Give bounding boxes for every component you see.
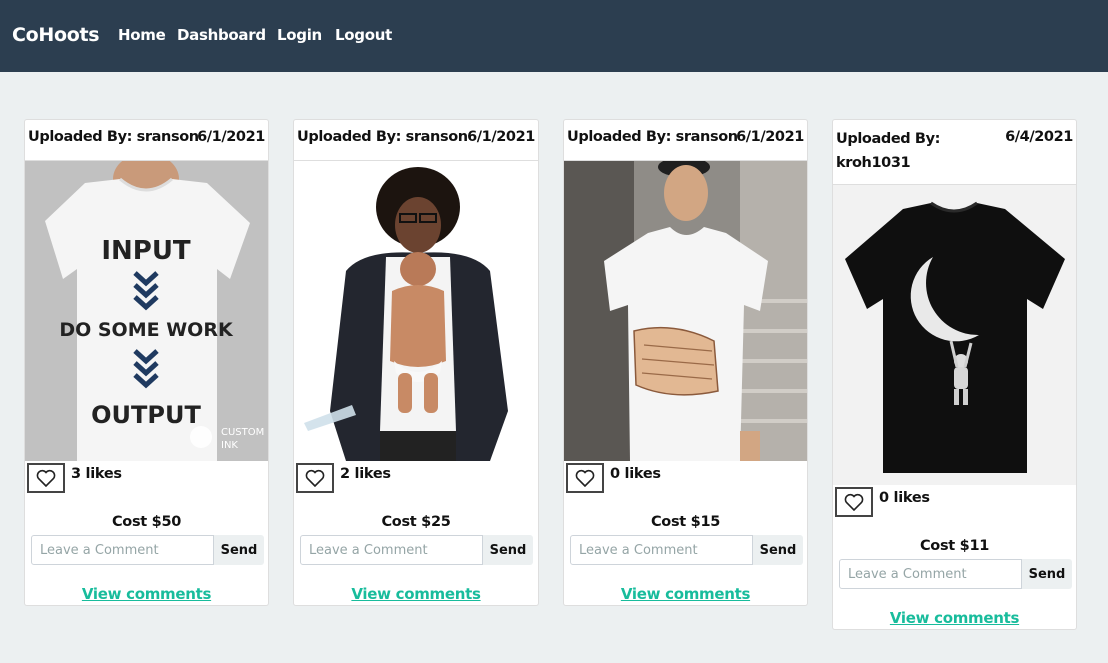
heart-icon <box>305 469 325 487</box>
send-button[interactable]: Send <box>1022 559 1072 589</box>
card-header: Uploaded By: kroh1031 6/4/2021 <box>833 120 1076 185</box>
likes-count: 2 likes <box>340 466 391 482</box>
navbar: CoHoots Home Dashboard Login Logout <box>0 0 1108 72</box>
likes-count: 0 likes <box>879 490 930 506</box>
product-image <box>564 161 807 461</box>
like-button[interactable] <box>296 463 334 493</box>
upload-date: 6/4/2021 <box>1005 129 1073 145</box>
nav-login[interactable]: Login <box>277 26 322 44</box>
like-button[interactable] <box>835 487 873 517</box>
uploader-name: sranson <box>405 129 468 145</box>
post-card: Uploaded By: sranson 6/1/2021 INPUT DO S… <box>24 119 269 606</box>
like-button[interactable] <box>566 463 604 493</box>
post-card: Uploaded By: kroh1031 6/4/2021 0 likes C… <box>832 119 1077 630</box>
uploader-name: sranson <box>675 129 738 145</box>
like-button[interactable] <box>27 463 65 493</box>
comment-input[interactable] <box>300 535 483 565</box>
nav-logout[interactable]: Logout <box>335 26 392 44</box>
comment-input[interactable] <box>570 535 753 565</box>
nav-dashboard[interactable]: Dashboard <box>177 26 266 44</box>
cost-label: Cost $25 <box>381 514 451 530</box>
cost-label: Cost $50 <box>111 514 182 530</box>
product-image <box>294 161 538 461</box>
post-card: Uploaded By: sranson 6/1/2021 2 likes Co… <box>293 119 539 606</box>
view-comments-link[interactable]: View comments <box>25 585 268 603</box>
uploaded-by-label: Uploaded By: <box>28 129 133 145</box>
likes-count: 3 likes <box>71 466 122 482</box>
brand-logo[interactable]: CoHoots <box>12 24 100 46</box>
likes-count: 0 likes <box>610 466 661 482</box>
heart-icon <box>575 469 595 487</box>
svg-text:CUSTOM: CUSTOM <box>221 427 264 438</box>
svg-text:OUTPUT: OUTPUT <box>91 401 201 429</box>
uploader-name: kroh1031 <box>836 155 911 171</box>
upload-date: 6/1/2021 <box>736 129 804 145</box>
post-card: Uploaded By: sranson 6/1/2021 0 likes Co… <box>563 119 808 606</box>
card-header: Uploaded By: sranson 6/1/2021 <box>564 120 807 161</box>
svg-text:INK: INK <box>221 440 238 451</box>
send-button[interactable]: Send <box>483 535 533 565</box>
heart-icon <box>844 493 864 511</box>
card-header: Uploaded By: sranson 6/1/2021 <box>25 120 268 161</box>
cost-label: Cost $15 <box>650 514 721 530</box>
cost-label: Cost $11 <box>919 538 990 554</box>
upload-date: 6/1/2021 <box>197 129 265 145</box>
svg-text:INPUT: INPUT <box>101 236 191 266</box>
upload-date: 6/1/2021 <box>467 129 535 145</box>
view-comments-link[interactable]: View comments <box>833 609 1076 627</box>
uploaded-by-label: Uploaded By: <box>836 131 941 147</box>
comment-input[interactable] <box>31 535 214 565</box>
view-comments-link[interactable]: View comments <box>294 585 538 603</box>
view-comments-link[interactable]: View comments <box>564 585 807 603</box>
heart-icon <box>36 469 56 487</box>
uploaded-by-label: Uploaded By: <box>297 129 402 145</box>
nav-home[interactable]: Home <box>118 26 166 44</box>
comment-input[interactable] <box>839 559 1022 589</box>
svg-text:DO SOME WORK: DO SOME WORK <box>59 319 234 341</box>
product-image <box>833 185 1076 485</box>
send-button[interactable]: Send <box>753 535 803 565</box>
uploaded-by-label: Uploaded By: <box>567 129 672 145</box>
product-image: INPUT DO SOME WORK OUTPUT CUSTOM INK <box>25 161 268 461</box>
send-button[interactable]: Send <box>214 535 264 565</box>
card-header: Uploaded By: sranson 6/1/2021 <box>294 120 538 161</box>
uploader-name: sranson <box>136 129 199 145</box>
